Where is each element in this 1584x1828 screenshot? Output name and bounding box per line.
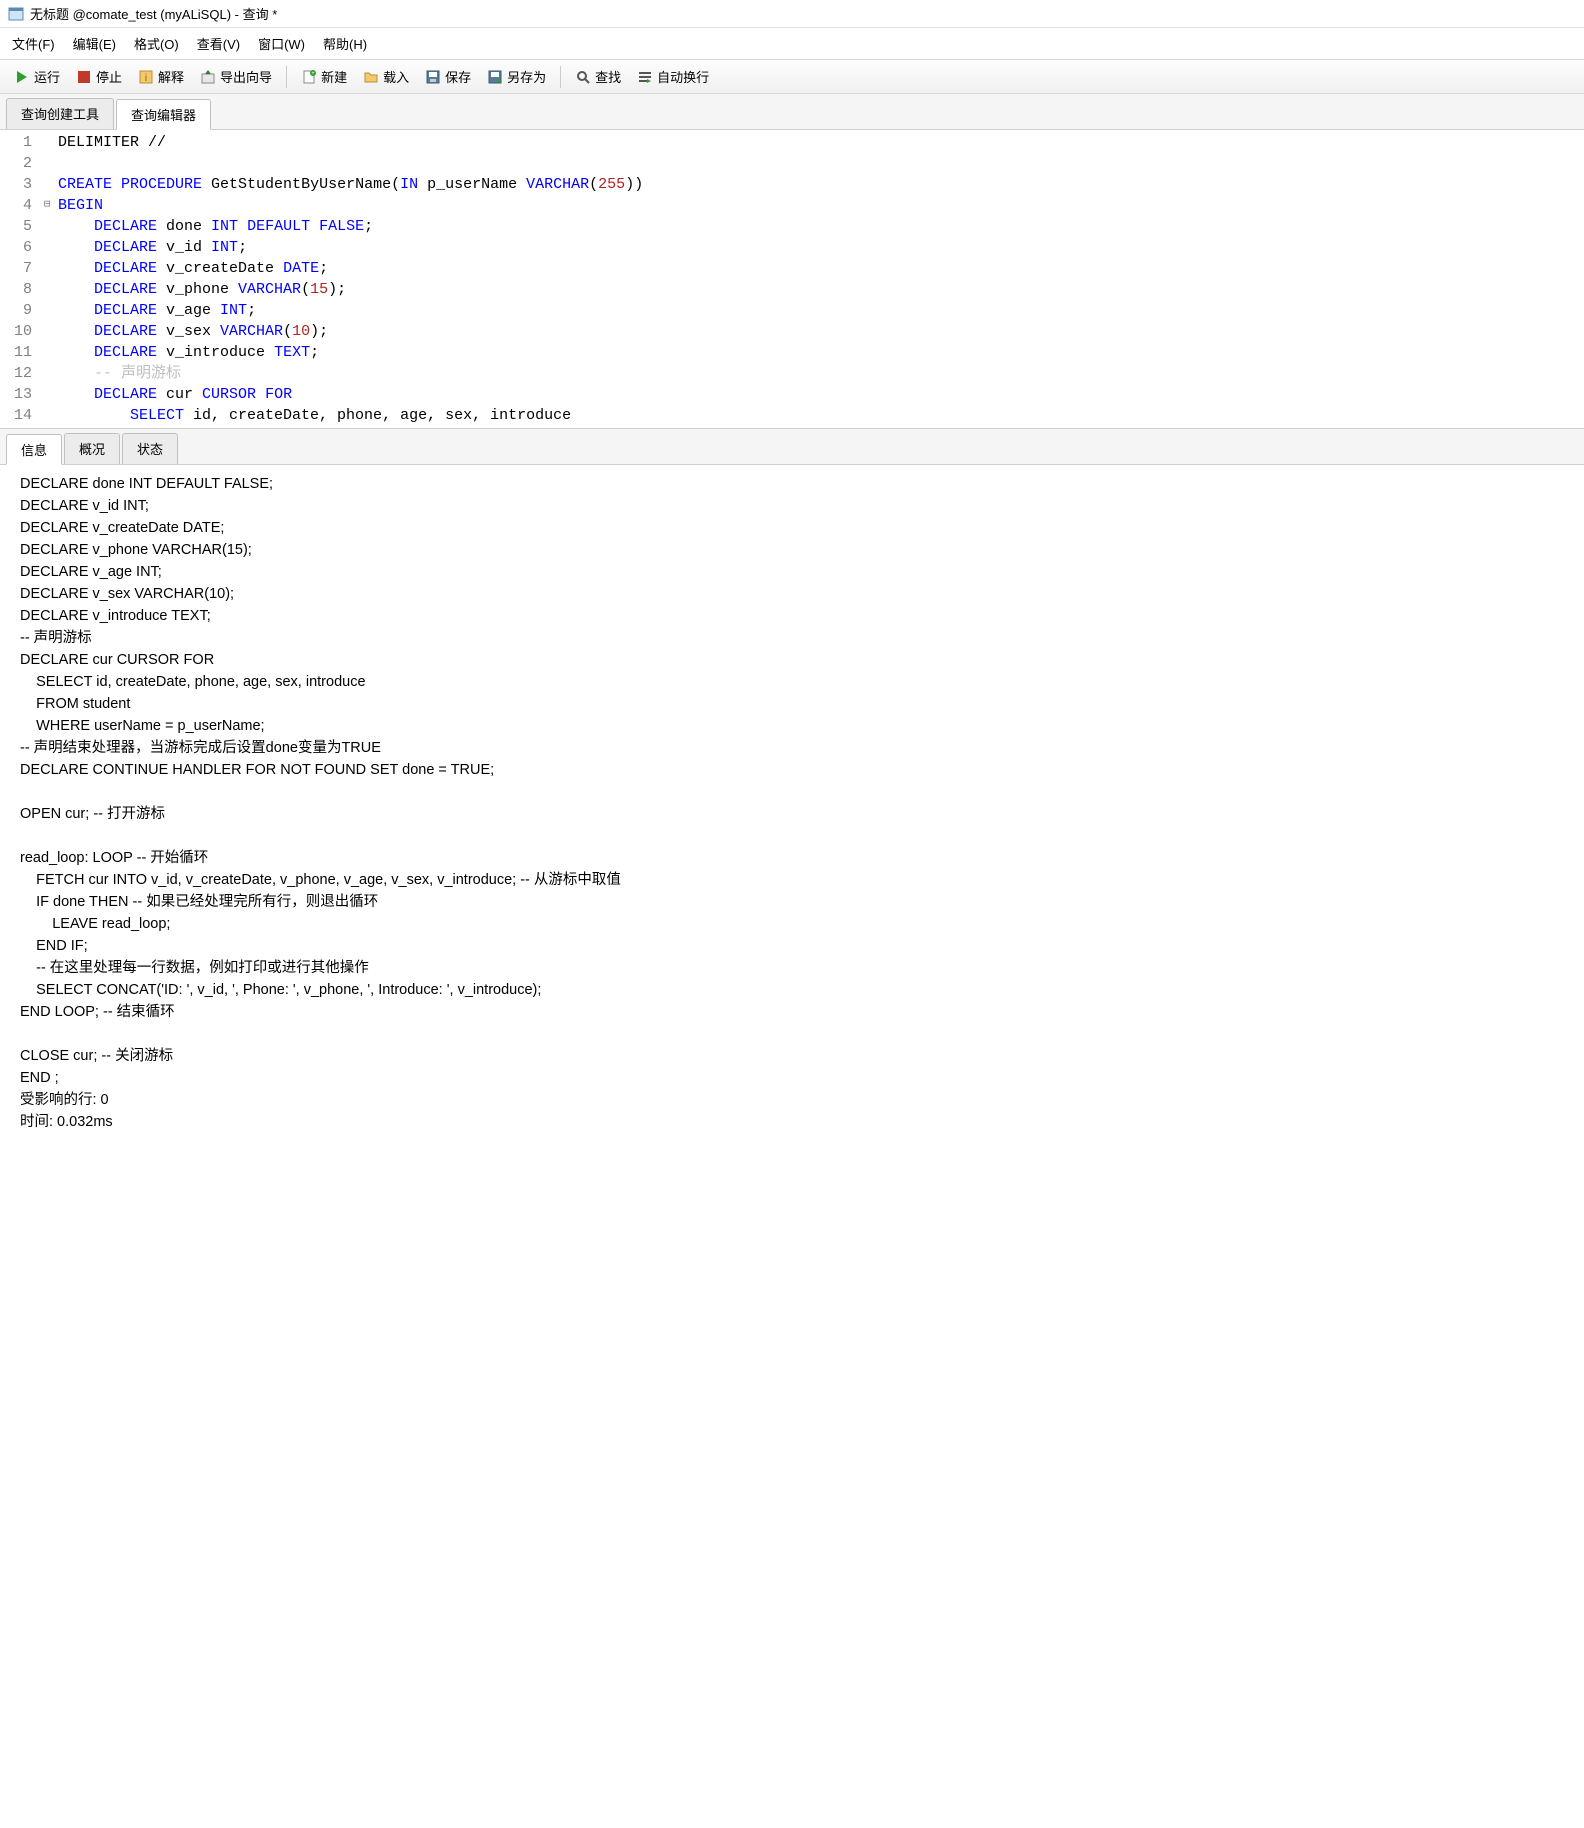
line-gutter: 1234567891011121314 xyxy=(0,130,40,428)
tab-status[interactable]: 状态 xyxy=(122,433,178,464)
load-label: 载入 xyxy=(383,67,409,86)
save-label: 保存 xyxy=(445,67,471,86)
app-icon xyxy=(8,6,24,22)
editor-tabs: 查询创建工具 查询编辑器 xyxy=(0,94,1584,130)
fold-column[interactable]: ⊟ xyxy=(40,130,54,428)
saveas-label: 另存为 xyxy=(507,67,546,86)
wrap-icon xyxy=(637,69,653,85)
export-button[interactable]: 导出向导 xyxy=(194,64,278,89)
menu-help[interactable]: 帮助(H) xyxy=(323,34,367,53)
tab-editor[interactable]: 查询编辑器 xyxy=(116,99,211,130)
export-icon xyxy=(200,69,216,85)
menu-window[interactable]: 窗口(W) xyxy=(258,34,305,53)
menu-edit[interactable]: 编辑(E) xyxy=(73,34,116,53)
menu-view[interactable]: 查看(V) xyxy=(197,34,240,53)
play-icon xyxy=(14,69,30,85)
stop-label: 停止 xyxy=(96,67,122,86)
folder-icon xyxy=(363,69,379,85)
save-icon xyxy=(425,69,441,85)
saveas-button[interactable]: 另存为 xyxy=(481,64,552,89)
new-icon: + xyxy=(301,69,317,85)
new-label: 新建 xyxy=(321,67,347,86)
explain-icon: i xyxy=(138,69,154,85)
menu-bar: 文件(F) 编辑(E) 格式(O) 查看(V) 窗口(W) 帮助(H) xyxy=(0,28,1584,59)
stop-button[interactable]: 停止 xyxy=(70,64,128,89)
save-button[interactable]: 保存 xyxy=(419,64,477,89)
wrap-button[interactable]: 自动换行 xyxy=(631,64,715,89)
find-label: 查找 xyxy=(595,67,621,86)
code-editor[interactable]: 1234567891011121314 ⊟ DELIMITER // CREAT… xyxy=(0,130,1584,428)
stop-icon xyxy=(76,69,92,85)
toolbar-separator-2 xyxy=(560,66,561,88)
load-button[interactable]: 载入 xyxy=(357,64,415,89)
run-button[interactable]: 运行 xyxy=(8,64,66,89)
title-bar: 无标题 @comate_test (myALiSQL) - 查询 * xyxy=(0,0,1584,28)
output-tabs: 信息 概况 状态 xyxy=(0,428,1584,465)
code-area[interactable]: DELIMITER // CREATE PROCEDURE GetStudent… xyxy=(54,130,647,428)
search-icon xyxy=(575,69,591,85)
wrap-label: 自动换行 xyxy=(657,67,709,86)
tab-profile[interactable]: 概况 xyxy=(64,433,120,464)
export-label: 导出向导 xyxy=(220,67,272,86)
window-title: 无标题 @comate_test (myALiSQL) - 查询 * xyxy=(30,4,277,23)
tab-info[interactable]: 信息 xyxy=(6,434,62,465)
new-button[interactable]: + 新建 xyxy=(295,64,353,89)
saveas-icon xyxy=(487,69,503,85)
menu-format[interactable]: 格式(O) xyxy=(134,34,179,53)
explain-button[interactable]: i 解释 xyxy=(132,64,190,89)
run-label: 运行 xyxy=(34,67,60,86)
toolbar-separator xyxy=(286,66,287,88)
output-panel[interactable]: DECLARE done INT DEFAULT FALSE; DECLARE … xyxy=(0,465,1584,1141)
explain-label: 解释 xyxy=(158,67,184,86)
menu-file[interactable]: 文件(F) xyxy=(12,34,55,53)
svg-text:i: i xyxy=(145,73,147,84)
svg-text:+: + xyxy=(311,71,315,77)
toolbar: 运行 停止 i 解释 导出向导 + 新建 载入 保存 另存为 查找 自动换行 xyxy=(0,59,1584,94)
find-button[interactable]: 查找 xyxy=(569,64,627,89)
tab-builder[interactable]: 查询创建工具 xyxy=(6,98,114,129)
